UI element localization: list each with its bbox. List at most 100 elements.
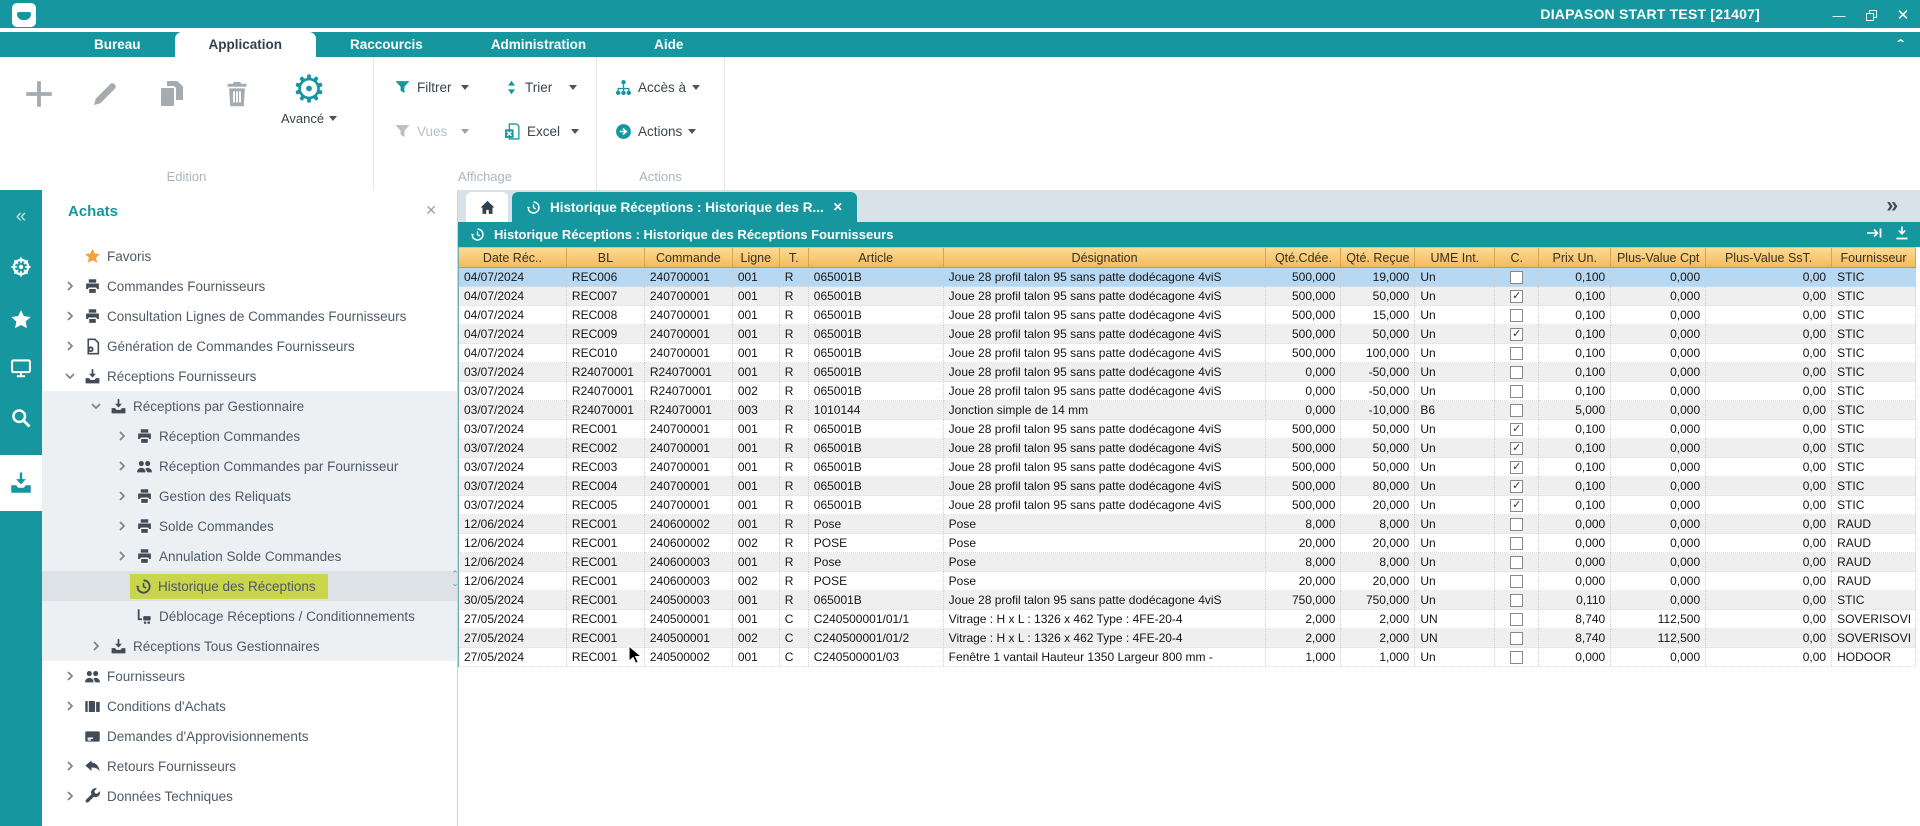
chevron-right-icon[interactable]	[114, 548, 130, 564]
column-header-qte_cdee[interactable]: Qté.Cdée.	[1266, 248, 1341, 267]
table-row[interactable]: 12/06/2024REC001240600003002RPOSEPose20,…	[459, 572, 1916, 591]
column-header-pv_sst[interactable]: Plus-Value SsT.	[1706, 248, 1832, 267]
chevron-right-icon[interactable]	[88, 638, 104, 654]
tab-close-icon[interactable]: ✕	[833, 200, 843, 214]
table-row[interactable]: 03/07/2024R24070001R24070001001R065001BJ…	[459, 363, 1916, 382]
tab-home[interactable]	[466, 192, 508, 222]
helm-icon[interactable]	[0, 252, 42, 282]
more-tabs-icon[interactable]: »	[1886, 194, 1898, 218]
search-icon[interactable]	[0, 403, 42, 433]
checkbox-unchecked-icon[interactable]	[1510, 518, 1523, 531]
table-row[interactable]: 27/05/2024REC001240500002001CC240500001/…	[459, 648, 1916, 667]
table-row[interactable]: 04/07/2024REC009240700001001R065001BJoue…	[459, 325, 1916, 344]
sidebar-item-réception-commandes-par-fournisseur[interactable]: Réception Commandes par Fournisseur	[42, 451, 457, 481]
checkbox-checked-icon[interactable]: ✓	[1510, 328, 1523, 341]
table-row[interactable]: 12/06/2024REC001240600002002RPOSEPose20,…	[459, 534, 1916, 553]
edit-button[interactable]	[84, 71, 126, 117]
checkbox-unchecked-icon[interactable]	[1510, 404, 1523, 417]
column-header-prix_un[interactable]: Prix Un.	[1539, 248, 1611, 267]
checkbox-unchecked-icon[interactable]	[1510, 651, 1523, 664]
column-header-c[interactable]: C.	[1495, 248, 1539, 267]
checkbox-unchecked-icon[interactable]	[1510, 632, 1523, 645]
tab-historique-receptions[interactable]: Historique Réceptions : Historique des R…	[512, 192, 857, 222]
sidebar-item-réceptions-fournisseurs[interactable]: Réceptions Fournisseurs	[42, 361, 457, 391]
column-header-pv_cpt[interactable]: Plus-Value Cpt	[1611, 248, 1706, 267]
chevron-right-icon[interactable]	[62, 338, 78, 354]
table-row[interactable]: 04/07/2024REC007240700001001R065001BJoue…	[459, 287, 1916, 306]
checkbox-checked-icon[interactable]: ✓	[1510, 290, 1523, 303]
column-header-commande[interactable]: Commande	[645, 248, 733, 267]
checkbox-unchecked-icon[interactable]	[1510, 309, 1523, 322]
sort-button[interactable]: Trier	[504, 79, 577, 96]
chevron-right-icon[interactable]	[62, 788, 78, 804]
checkbox-checked-icon[interactable]: ✓	[1510, 442, 1523, 455]
sidebar-item-solde-commandes[interactable]: Solde Commandes	[42, 511, 457, 541]
sidebar-item-réception-commandes[interactable]: Réception Commandes	[42, 421, 457, 451]
rail-item-receptions-active[interactable]	[0, 455, 42, 511]
chevron-right-icon[interactable]	[62, 698, 78, 714]
sidebar-item-retours-fournisseurs[interactable]: Retours Fournisseurs	[42, 751, 457, 781]
checkbox-unchecked-icon[interactable]	[1510, 556, 1523, 569]
table-row[interactable]: 03/07/2024R24070001R24070001003R1010144J…	[459, 401, 1916, 420]
add-button[interactable]	[18, 71, 60, 117]
chevron-down-icon[interactable]	[88, 398, 104, 414]
table-row[interactable]: 12/06/2024REC001240600002001RPosePose8,0…	[459, 515, 1916, 534]
table-row[interactable]: 03/07/2024REC003240700001001R065001BJoue…	[459, 458, 1916, 477]
sidebar-item-demandes-d-approvisionnements[interactable]: Demandes d'Approvisionnements	[42, 721, 457, 751]
excel-button[interactable]: Excel	[504, 123, 579, 140]
chevron-right-icon[interactable]	[114, 518, 130, 534]
menu-tab-administration[interactable]: Administration	[457, 32, 620, 57]
table-row[interactable]: 03/07/2024REC001240700001001R065001BJoue…	[459, 420, 1916, 439]
delete-button[interactable]	[216, 71, 258, 117]
checkbox-unchecked-icon[interactable]	[1510, 366, 1523, 379]
table-row[interactable]: 30/05/2024REC001240500003001R065001BJoue…	[459, 591, 1916, 610]
menu-tab-bureau[interactable]: Bureau	[60, 32, 175, 57]
menu-tab-application[interactable]: Application	[175, 32, 317, 57]
export-download-icon[interactable]	[1894, 225, 1910, 241]
chevron-right-icon[interactable]	[114, 488, 130, 504]
sidebar-item-fournisseurs[interactable]: Fournisseurs	[42, 661, 457, 691]
sidebar-item-annulation-solde-commandes[interactable]: Annulation Solde Commandes	[42, 541, 457, 571]
ribbon-collapse-icon[interactable]: ⌃	[1895, 38, 1906, 51]
chevron-right-icon[interactable]	[62, 668, 78, 684]
sidebar-item-données-techniques[interactable]: Données Techniques	[42, 781, 457, 811]
table-row[interactable]: 03/07/2024REC002240700001001R065001BJoue…	[459, 439, 1916, 458]
table-row[interactable]: 04/07/2024REC006240700001001R065001BJoue…	[459, 268, 1916, 287]
access-button[interactable]: Accès à	[615, 79, 700, 96]
column-header-qte_recue[interactable]: Qté. Reçue	[1341, 248, 1415, 267]
column-header-ligne[interactable]: Ligne	[733, 248, 780, 267]
sidebar-item-génération-de-commandes-fournisseurs[interactable]: Génération de Commandes Fournisseurs	[42, 331, 457, 361]
chevron-right-icon[interactable]	[62, 758, 78, 774]
table-row[interactable]: 12/06/2024REC001240600003001RPosePose8,0…	[459, 553, 1916, 572]
table-row[interactable]: 04/07/2024REC008240700001001R065001BJoue…	[459, 306, 1916, 325]
column-header-article[interactable]: Article	[809, 248, 944, 267]
checkbox-unchecked-icon[interactable]	[1510, 537, 1523, 550]
checkbox-checked-icon[interactable]: ✓	[1510, 499, 1523, 512]
sidebar-item-consultation-lignes-de-commandes-fournisseurs[interactable]: Consultation Lignes de Commandes Fournis…	[42, 301, 457, 331]
sidebar-item-gestion-des-reliquats[interactable]: Gestion des Reliquats	[42, 481, 457, 511]
checkbox-unchecked-icon[interactable]	[1510, 594, 1523, 607]
sidebar-item-historique-des-réceptions[interactable]: Historique des Réceptions	[42, 571, 457, 601]
sidebar-item-commandes-fournisseurs[interactable]: Commandes Fournisseurs	[42, 271, 457, 301]
chevron-right-icon[interactable]	[114, 458, 130, 474]
column-header-bl[interactable]: BL	[567, 248, 645, 267]
table-row[interactable]: 03/07/2024REC005240700001001R065001BJoue…	[459, 496, 1916, 515]
restore-icon[interactable]	[1862, 6, 1880, 24]
checkbox-checked-icon[interactable]: ✓	[1510, 461, 1523, 474]
sidebar-item-conditions-d-achats[interactable]: Conditions d'Achats	[42, 691, 457, 721]
column-header-designation[interactable]: Désignation	[944, 248, 1267, 267]
views-button[interactable]: Vues	[394, 123, 469, 140]
chevron-right-icon[interactable]	[114, 428, 130, 444]
table-row[interactable]: 04/07/2024REC010240700001001R065001BJoue…	[459, 344, 1916, 363]
advanced-button[interactable]: ⚙ Avancé	[282, 71, 336, 126]
checkbox-unchecked-icon[interactable]	[1510, 347, 1523, 360]
checkbox-unchecked-icon[interactable]	[1510, 613, 1523, 626]
copy-button[interactable]	[150, 71, 192, 117]
table-row[interactable]: 27/05/2024REC001240500001002CC240500001/…	[459, 629, 1916, 648]
menu-tab-raccourcis[interactable]: Raccourcis	[316, 32, 457, 57]
column-header-date[interactable]: Date Réc..	[459, 248, 567, 267]
checkbox-checked-icon[interactable]: ✓	[1510, 480, 1523, 493]
goto-end-icon[interactable]	[1866, 225, 1884, 241]
actions-button[interactable]: Actions	[615, 123, 696, 140]
chevron-down-icon[interactable]	[62, 368, 78, 384]
